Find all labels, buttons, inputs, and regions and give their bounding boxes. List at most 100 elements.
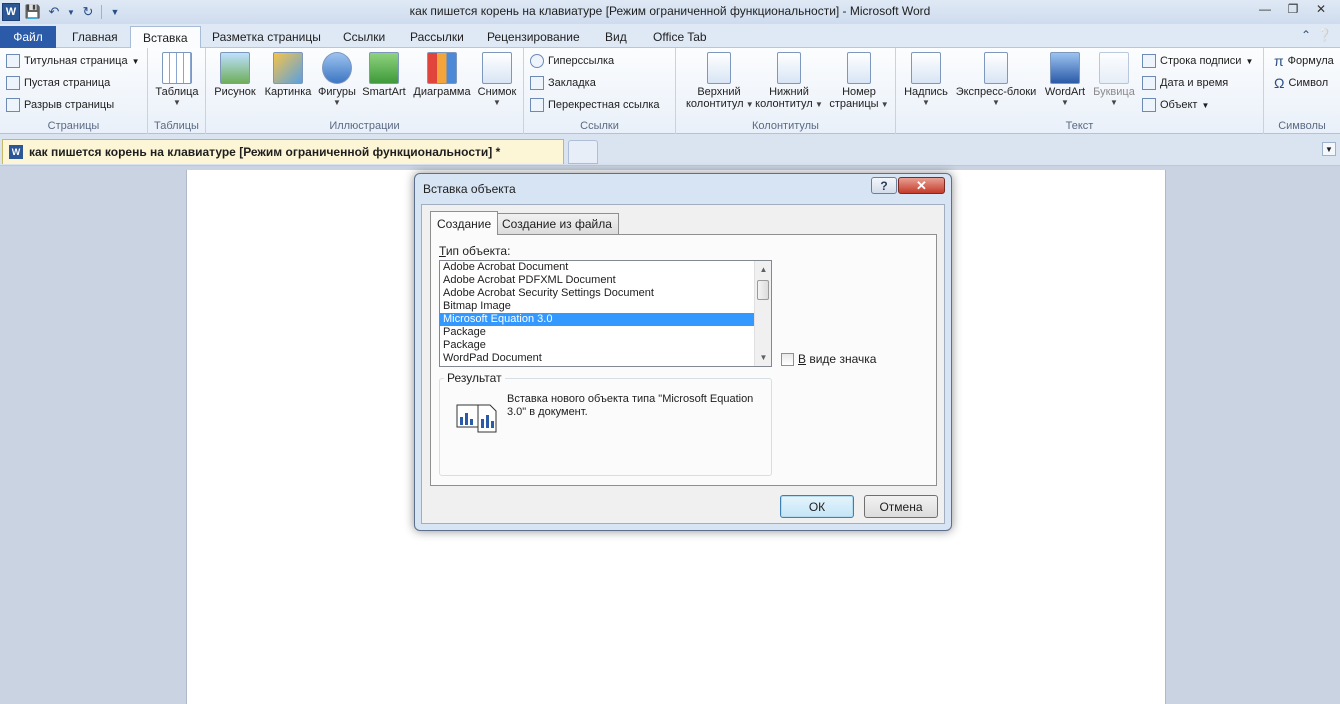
object-type-list[interactable]: Adobe Acrobat Document Adobe Acrobat PDF… bbox=[439, 260, 772, 367]
scroll-up-icon[interactable]: ▲ bbox=[755, 261, 771, 278]
list-item[interactable]: Package bbox=[440, 326, 754, 339]
chevron-down-icon: ▼ bbox=[1110, 98, 1118, 107]
word-document-icon: W bbox=[9, 145, 23, 159]
window-title: как пишется корень на клавиатуре [Режим … bbox=[409, 4, 931, 18]
chevron-down-icon[interactable]: ▼ bbox=[1322, 142, 1336, 156]
chevron-down-icon: ▼ bbox=[1061, 98, 1069, 107]
new-tab-button[interactable] bbox=[568, 140, 598, 164]
tab-create-new[interactable]: Создание bbox=[430, 211, 499, 235]
collapse-ribbon-icon[interactable]: ⌃ bbox=[1301, 28, 1311, 42]
object-button[interactable]: Объект ▼ bbox=[1142, 95, 1209, 115]
list-item[interactable]: Adobe Acrobat Document bbox=[440, 261, 754, 274]
checkbox-box[interactable] bbox=[781, 352, 794, 366]
screenshot-icon bbox=[482, 52, 512, 84]
help-button[interactable]: ? bbox=[871, 177, 897, 194]
group-links: Гиперссылка Закладка Перекрестная ссылка… bbox=[524, 48, 676, 134]
close-button[interactable]: ✕ bbox=[898, 177, 945, 194]
object-icon bbox=[1142, 98, 1156, 112]
restore-icon[interactable]: ❐ bbox=[1280, 0, 1306, 18]
scroll-thumb[interactable] bbox=[757, 280, 769, 300]
dialog-body: Создание Создание из файла Тип объекта: … bbox=[421, 204, 945, 524]
list-item[interactable]: Microsoft Equation 3.0 bbox=[440, 313, 754, 326]
equation-button[interactable]: π Формула bbox=[1274, 51, 1334, 71]
tab-mailings[interactable]: Рассылки bbox=[398, 26, 476, 48]
date-time-icon bbox=[1142, 76, 1156, 90]
tab-references[interactable]: Ссылки bbox=[331, 26, 397, 48]
chevron-down-icon: ▼ bbox=[992, 98, 1000, 107]
table-button[interactable]: Таблица ▼ bbox=[154, 52, 200, 107]
display-as-icon-checkbox[interactable]: В виде значка bbox=[781, 352, 876, 366]
chevron-down-icon: ▼ bbox=[173, 98, 181, 107]
page-break-button[interactable]: Разрыв страницы bbox=[6, 95, 114, 115]
chart-icon bbox=[427, 52, 457, 84]
cross-reference-icon bbox=[530, 98, 544, 112]
chart-button[interactable]: Диаграмма bbox=[410, 52, 474, 98]
list-item[interactable]: Adobe Acrobat Security Settings Document bbox=[440, 287, 754, 300]
list-item[interactable]: Bitmap Image bbox=[440, 300, 754, 313]
quick-parts-button[interactable]: Экспресс-блоки ▼ bbox=[952, 52, 1040, 107]
shapes-button[interactable]: Фигуры ▼ bbox=[316, 52, 358, 107]
cancel-button[interactable]: Отмена bbox=[864, 495, 938, 518]
symbol-button[interactable]: Ω Символ bbox=[1274, 73, 1328, 93]
shapes-icon bbox=[322, 52, 352, 84]
page-break-icon bbox=[6, 98, 20, 112]
tab-view[interactable]: Вид bbox=[593, 26, 639, 48]
textbox-button[interactable]: Надпись ▼ bbox=[900, 52, 952, 107]
screenshot-button[interactable]: Снимок ▼ bbox=[474, 52, 520, 107]
wordart-button[interactable]: WordArt ▼ bbox=[1040, 52, 1090, 107]
group-label: Страницы bbox=[47, 120, 100, 132]
group-label: Символы bbox=[1278, 120, 1326, 132]
chevron-down-icon: ▼ bbox=[1245, 56, 1254, 66]
smartart-button[interactable]: SmartArt bbox=[360, 52, 408, 98]
footer-button[interactable]: Нижний колонтитул ▼ bbox=[754, 52, 824, 110]
pi-icon: π bbox=[1274, 53, 1284, 69]
list-item[interactable]: WordPad Document bbox=[440, 352, 754, 365]
tab-page-layout[interactable]: Разметка страницы bbox=[200, 26, 333, 48]
object-type-items: Adobe Acrobat Document Adobe Acrobat PDF… bbox=[440, 261, 771, 365]
header-icon bbox=[707, 52, 731, 84]
document-tab[interactable]: W как пишется корень на клавиатуре [Режи… bbox=[2, 139, 564, 164]
group-illustrations: Рисунок Картинка Фигуры ▼ SmartArt Диагра… bbox=[206, 48, 524, 134]
help-icon[interactable]: ❔ bbox=[1317, 28, 1332, 42]
close-icon[interactable]: ✕ bbox=[1308, 0, 1334, 18]
list-scrollbar[interactable]: ▲ ▼ bbox=[754, 261, 771, 366]
group-text: Надпись ▼ Экспресс-блоки ▼ WordArt ▼ Буквиц… bbox=[896, 48, 1264, 134]
clipart-icon bbox=[273, 52, 303, 84]
chevron-down-icon: ▼ bbox=[922, 98, 930, 107]
tab-review[interactable]: Рецензирование bbox=[475, 26, 592, 48]
tab-insert[interactable]: Вставка bbox=[130, 26, 201, 48]
date-time-button[interactable]: Дата и время bbox=[1142, 73, 1228, 93]
tab-office-tab[interactable]: Office Tab bbox=[641, 26, 719, 48]
omega-icon: Ω bbox=[1274, 75, 1285, 91]
clipart-button[interactable]: Картинка bbox=[262, 52, 314, 98]
tab-home[interactable]: Главная bbox=[60, 26, 130, 48]
scroll-down-icon[interactable]: ▼ bbox=[755, 349, 771, 366]
window-controls: — ❐ ✕ bbox=[1252, 0, 1334, 18]
cover-page-button[interactable]: Титульная страница ▼ bbox=[6, 51, 140, 71]
chevron-down-icon: ▼ bbox=[131, 56, 140, 66]
smartart-icon bbox=[369, 52, 399, 84]
bookmark-button[interactable]: Закладка bbox=[530, 73, 596, 93]
tab-file[interactable]: Файл bbox=[0, 26, 56, 48]
tab-create-from-file[interactable]: Создание из файла bbox=[495, 213, 619, 234]
drop-cap-icon bbox=[1099, 52, 1129, 84]
list-item[interactable]: Adobe Acrobat PDFXML Document bbox=[440, 274, 754, 287]
picture-button[interactable]: Рисунок bbox=[210, 52, 260, 98]
list-item[interactable]: Package bbox=[440, 339, 754, 352]
header-button[interactable]: Верхний колонтитул ▼ bbox=[686, 52, 754, 110]
page-number-button[interactable]: Номер страницы ▼ bbox=[826, 52, 892, 110]
hyperlink-button[interactable]: Гиперссылка bbox=[530, 51, 614, 71]
display-as-icon-label: В виде значка bbox=[798, 352, 877, 366]
signature-line-icon bbox=[1142, 54, 1156, 68]
chevron-down-icon: ▼ bbox=[333, 98, 341, 107]
drop-cap-button[interactable]: Буквица ▼ bbox=[1090, 52, 1138, 107]
minimize-icon[interactable]: — bbox=[1252, 0, 1278, 18]
cross-reference-button[interactable]: Перекрестная ссылка bbox=[530, 95, 660, 115]
ok-button[interactable]: ОК bbox=[780, 495, 854, 518]
insert-object-dialog: Вставка объекта ? ✕ Создание Создание из… bbox=[414, 173, 952, 531]
signature-line-button[interactable]: Строка подписи ▼ bbox=[1142, 51, 1253, 71]
blank-page-button[interactable]: Пустая страница bbox=[6, 73, 110, 93]
page-number-icon bbox=[847, 52, 871, 84]
footer-icon bbox=[777, 52, 801, 84]
group-tables: Таблица ▼ Таблицы bbox=[148, 48, 206, 134]
